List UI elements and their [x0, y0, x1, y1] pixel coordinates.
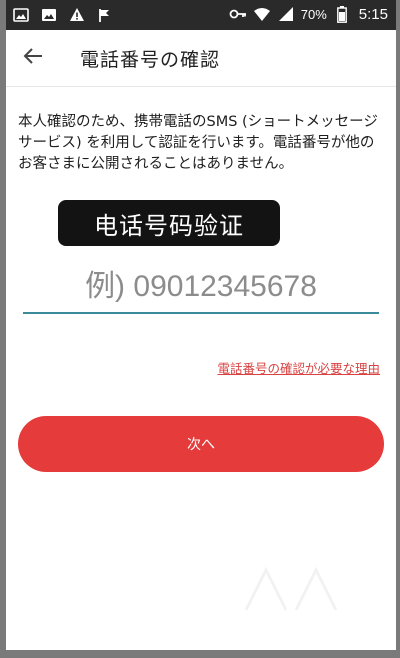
- gallery-icon: [40, 6, 58, 24]
- reason-link[interactable]: 電話番号の確認が必要な理由: [217, 358, 380, 377]
- overlay-caption: 电话号码验证: [58, 200, 280, 246]
- status-bar: 70% 5:15: [6, 0, 396, 30]
- back-button[interactable]: [20, 46, 46, 70]
- flag-icon: [96, 6, 114, 24]
- page-title: 電話番号の確認: [80, 49, 221, 71]
- signal-icon: [277, 5, 295, 23]
- phone-screen: 70% 5:15 電話番号の確認 本人確認のため、携帯電話のSMS (ショートメ…: [6, 0, 396, 650]
- key-icon: [229, 5, 247, 23]
- battery-percentage: 70%: [300, 6, 327, 22]
- phone-number-input[interactable]: [23, 262, 379, 314]
- clock-time: 5:15: [358, 5, 388, 23]
- image-icon: [12, 6, 30, 24]
- warning-icon: [68, 6, 86, 24]
- battery-icon: [333, 5, 351, 23]
- arrow-left-icon: [23, 47, 43, 69]
- next-button[interactable]: 次へ: [18, 416, 384, 472]
- status-bar-left: [12, 6, 114, 24]
- app-bar: 電話番号の確認: [6, 30, 396, 87]
- wifi-icon: [253, 5, 271, 23]
- description-text: 本人確認のため、携帯電話のSMS (ショートメッセージサービス) を利用して認証…: [18, 114, 378, 172]
- watermark-decoration: [244, 566, 338, 611]
- status-bar-right: 70% 5:15: [229, 5, 388, 23]
